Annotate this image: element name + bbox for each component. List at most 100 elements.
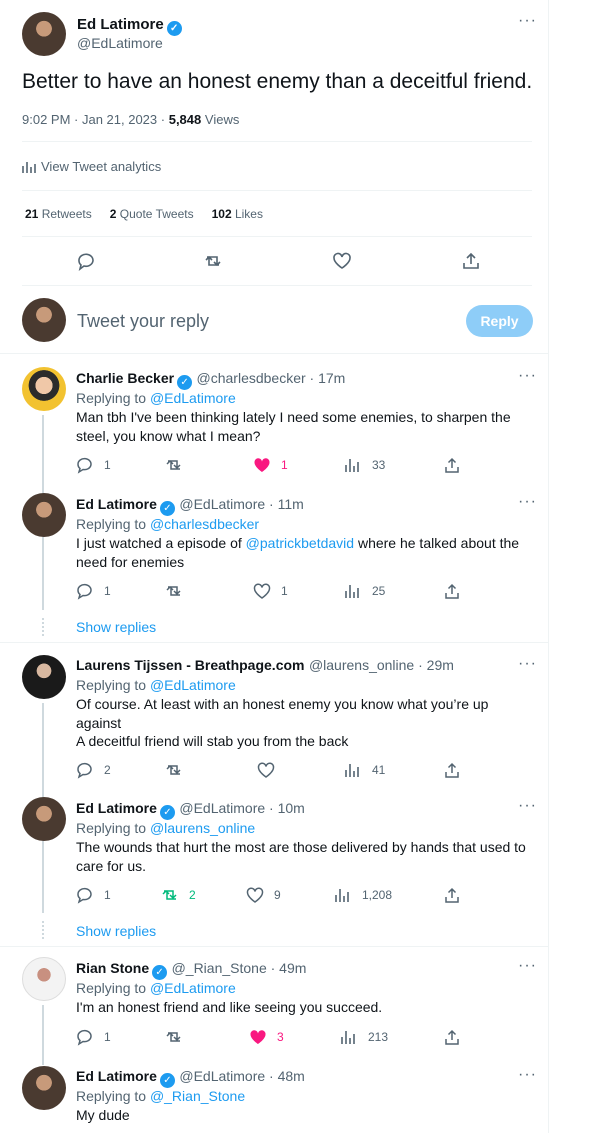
replying-to: Replying to @EdLatimore (76, 677, 236, 693)
verified-badge-icon: ✓ (152, 965, 168, 980)
analytics-icon (341, 1031, 355, 1044)
reply-header: Rian Stone ✓ @_Rian_Stone · 49m (76, 960, 307, 980)
heart-filled-icon (250, 1030, 266, 1044)
share-icon (445, 583, 459, 599)
thread-line (42, 1005, 44, 1065)
retweets-stat[interactable]: 21 Retweets (25, 207, 92, 221)
like-action[interactable]: 3 (249, 1028, 284, 1046)
retweet-action[interactable]: 2 (161, 886, 196, 904)
views-action[interactable]: 25 (344, 582, 385, 600)
views-action[interactable]: 213 (340, 1028, 388, 1046)
reply-button[interactable]: Reply (466, 305, 533, 337)
analytics-icon (345, 459, 359, 472)
view-analytics-link[interactable]: View Tweet analytics (22, 159, 161, 174)
retweet-action[interactable] (165, 456, 183, 474)
more-options-icon[interactable]: ··· (518, 367, 537, 385)
retweet-icon (166, 585, 181, 596)
tweet-time[interactable]: 9:02 PM · Jan 21, 2023 · (22, 112, 165, 127)
divider (22, 236, 532, 237)
reply-action[interactable]: 1 (76, 582, 111, 600)
show-replies-link[interactable]: Show replies (76, 923, 156, 939)
analytics-label: View Tweet analytics (41, 159, 162, 174)
reply-input[interactable]: Tweet your reply (77, 311, 209, 332)
reply-action[interactable]: 1 (76, 1028, 111, 1046)
avatar[interactable] (22, 957, 66, 1001)
avatar[interactable] (22, 493, 66, 537)
avatar[interactable] (22, 797, 66, 841)
more-options-icon[interactable]: ··· (518, 12, 537, 30)
verified-badge-icon: ✓ (159, 805, 175, 820)
share-action[interactable] (443, 582, 461, 600)
reply-icon (77, 762, 92, 779)
analytics-icon (345, 585, 359, 598)
likes-stat[interactable]: 102 Likes (212, 207, 263, 221)
verified-badge-icon: ✓ (159, 501, 175, 516)
engagement-stats: 21 Retweets 2 Quote Tweets 102 Likes (25, 207, 263, 221)
retweet-icon (166, 459, 181, 470)
share-action[interactable] (443, 761, 461, 779)
views-count: 5,848 (168, 112, 202, 127)
analytics-icon (22, 161, 36, 173)
reply-header: Ed Latimore ✓ @EdLatimore · 48m (76, 1068, 305, 1088)
share-icon (445, 457, 459, 473)
share-icon[interactable] (461, 251, 481, 271)
retweet-action[interactable] (165, 582, 183, 600)
reply-text: My dude (76, 1107, 130, 1123)
views-label: Views (204, 112, 240, 127)
divider (0, 642, 548, 643)
verified-badge-icon: ✓ (177, 375, 193, 390)
tweet-text: Better to have an honest enemy than a de… (22, 70, 533, 93)
author-handle[interactable]: @EdLatimore (77, 35, 163, 51)
more-options-icon[interactable]: ··· (518, 957, 537, 975)
verified-badge-icon: ✓ (159, 1073, 175, 1088)
more-options-icon[interactable]: ··· (518, 493, 537, 511)
analytics-icon (335, 889, 349, 902)
reply-icon (77, 583, 92, 600)
reply-action[interactable]: 2 (76, 761, 111, 779)
reply-icon[interactable] (76, 251, 96, 271)
share-icon (445, 1029, 459, 1045)
thread-dots (42, 618, 46, 636)
replying-to: Replying to @EdLatimore (76, 980, 236, 996)
views-action[interactable]: 33 (344, 456, 385, 474)
like-action[interactable]: 9 (246, 886, 281, 904)
thread-dots (42, 921, 46, 939)
reply-icon (77, 887, 92, 904)
like-icon[interactable] (332, 251, 352, 271)
like-action[interactable]: 1 (253, 456, 288, 474)
quote-tweets-stat[interactable]: 2 Quote Tweets (110, 207, 194, 221)
avatar[interactable] (22, 655, 66, 699)
column-border (548, 0, 549, 1133)
views-action[interactable]: 1,208 (334, 886, 392, 904)
more-options-icon[interactable]: ··· (518, 1066, 537, 1084)
divider (22, 285, 532, 286)
share-action[interactable] (443, 456, 461, 474)
like-icon (253, 583, 271, 599)
retweet-icon[interactable] (203, 251, 223, 271)
reply-header: Ed Latimore ✓ @EdLatimore · 11m (76, 496, 304, 516)
reply-action[interactable]: 1 (76, 886, 111, 904)
mention-link[interactable]: @patrickbetdavid (246, 535, 354, 551)
reply-text: I just watched a episode of @patrickbetd… (76, 535, 520, 570)
replying-to: Replying to @_Rian_Stone (76, 1088, 246, 1104)
tweet-meta: 9:02 PM · Jan 21, 2023 · 5,848 Views (22, 112, 239, 127)
reply-action[interactable]: 1 (76, 456, 111, 474)
avatar[interactable] (22, 1066, 66, 1110)
more-options-icon[interactable]: ··· (518, 655, 537, 673)
more-options-icon[interactable]: ··· (518, 797, 537, 815)
author-name[interactable]: Ed Latimore ✓ (77, 16, 182, 36)
share-action[interactable] (443, 1028, 461, 1046)
divider (0, 353, 548, 354)
retweet-action[interactable] (165, 1028, 183, 1046)
divider (0, 946, 548, 947)
like-action[interactable]: 1 (253, 582, 288, 600)
avatar (22, 298, 66, 342)
views-action[interactable]: 41 (344, 761, 385, 779)
retweet-action[interactable] (165, 761, 183, 779)
avatar[interactable] (22, 12, 66, 56)
show-replies-link[interactable]: Show replies (76, 619, 156, 635)
avatar[interactable] (22, 367, 66, 411)
like-action[interactable] (257, 761, 275, 779)
reply-text: Man tbh I've been thinking lately I need… (76, 409, 511, 444)
share-action[interactable] (443, 886, 461, 904)
